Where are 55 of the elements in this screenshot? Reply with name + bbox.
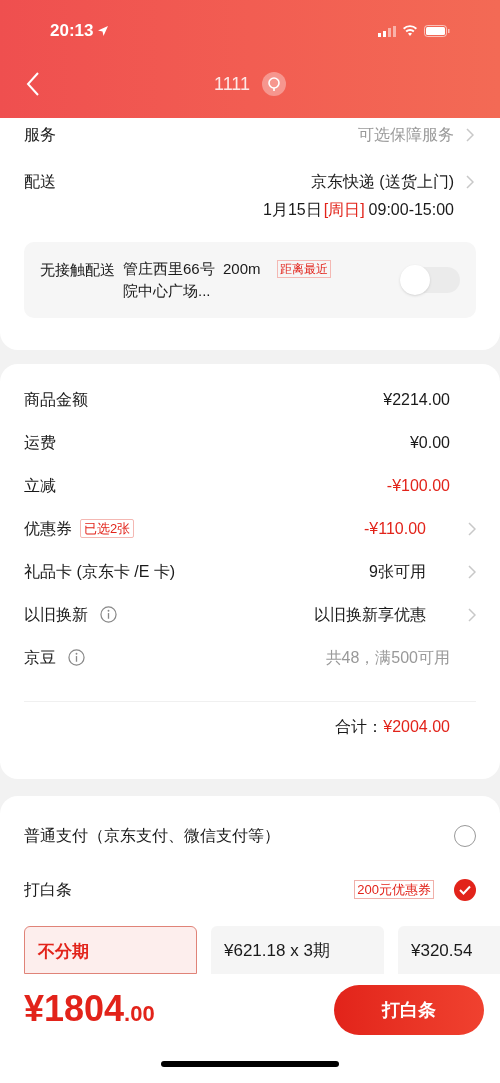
delivery-weekday: [周日] bbox=[323, 200, 365, 220]
signal-icon bbox=[378, 25, 396, 37]
summary-value: -¥100.00 bbox=[386, 475, 450, 496]
info-icon[interactable] bbox=[68, 649, 85, 666]
delivery-label: 配送 bbox=[24, 172, 56, 192]
summary-label: 以旧换新 bbox=[24, 604, 88, 625]
address-title: 1111 bbox=[213, 72, 250, 96]
payment-label: 普通支付（京东支付、微信支付等） bbox=[24, 825, 280, 846]
contactless-toggle[interactable] bbox=[400, 267, 460, 293]
delivery-date: 1月15日 bbox=[263, 200, 322, 220]
location-pin-icon[interactable] bbox=[262, 72, 286, 96]
delivery-carrier[interactable]: 京东快递 (送货上门) bbox=[310, 170, 454, 194]
status-time: 20:13 bbox=[50, 20, 94, 43]
pay-button[interactable]: 打白条 bbox=[334, 985, 484, 1035]
summary-value[interactable]: 以旧换新享优惠 bbox=[314, 602, 426, 627]
radio-button[interactable] bbox=[454, 878, 476, 901]
total-price: ¥1804 bbox=[24, 990, 125, 1027]
contactless-address: 管庄西里66号 200m bbox=[123, 258, 261, 279]
summary-value[interactable]: 9张可用 bbox=[369, 559, 426, 584]
wifi-icon bbox=[402, 25, 418, 37]
contactless-label: 无接触配送 bbox=[40, 260, 115, 280]
nearest-tag: 距离最近 bbox=[276, 259, 331, 278]
location-arrow-icon bbox=[97, 25, 110, 37]
summary-label: 优惠券 bbox=[24, 518, 72, 539]
installment-option[interactable]: ¥621.18 x 3期 bbox=[211, 926, 384, 974]
total-label: 合计： bbox=[335, 717, 384, 737]
summary-value[interactable]: -¥110.00 bbox=[364, 516, 426, 541]
chevron-right-icon bbox=[468, 521, 476, 536]
chevron-right-icon bbox=[468, 564, 476, 579]
summary-label: 京豆 bbox=[24, 647, 56, 668]
contactless-address: 院中心广场... bbox=[123, 281, 212, 301]
service-label: 服务 bbox=[24, 125, 56, 145]
payment-option[interactable]: 打白条 200元优惠券 bbox=[24, 876, 476, 903]
price-decimal: .00 bbox=[124, 1000, 155, 1028]
summary-label: 运费 bbox=[24, 432, 56, 453]
summary-label: 商品金额 bbox=[24, 389, 88, 410]
summary-label: 礼品卡 (京东卡 /E 卡) bbox=[24, 561, 176, 582]
summary-value: ¥0.00 bbox=[409, 432, 450, 453]
total-value: ¥2004.00 bbox=[383, 717, 450, 737]
battery-icon bbox=[424, 25, 450, 37]
coupon-badge: 已选2张 bbox=[80, 519, 135, 538]
payment-label: 打白条 bbox=[24, 879, 72, 900]
summary-label: 立减 bbox=[24, 475, 56, 496]
payment-coupon-tag: 200元优惠券 bbox=[354, 880, 434, 899]
chevron-right-icon bbox=[466, 128, 474, 142]
installment-option[interactable]: ¥320.54 bbox=[398, 926, 500, 974]
chevron-right-icon bbox=[468, 607, 476, 622]
delivery-time: 09:00-15:00 bbox=[368, 200, 454, 220]
payment-option[interactable]: 普通支付（京东支付、微信支付等） bbox=[24, 822, 476, 849]
info-icon[interactable] bbox=[100, 606, 117, 623]
summary-value: 共48，满500可用 bbox=[325, 647, 450, 668]
summary-value: ¥2214.00 bbox=[383, 389, 450, 410]
installment-option[interactable]: 不分期 bbox=[24, 926, 197, 974]
check-icon bbox=[459, 884, 471, 895]
chevron-right-icon bbox=[466, 175, 474, 189]
